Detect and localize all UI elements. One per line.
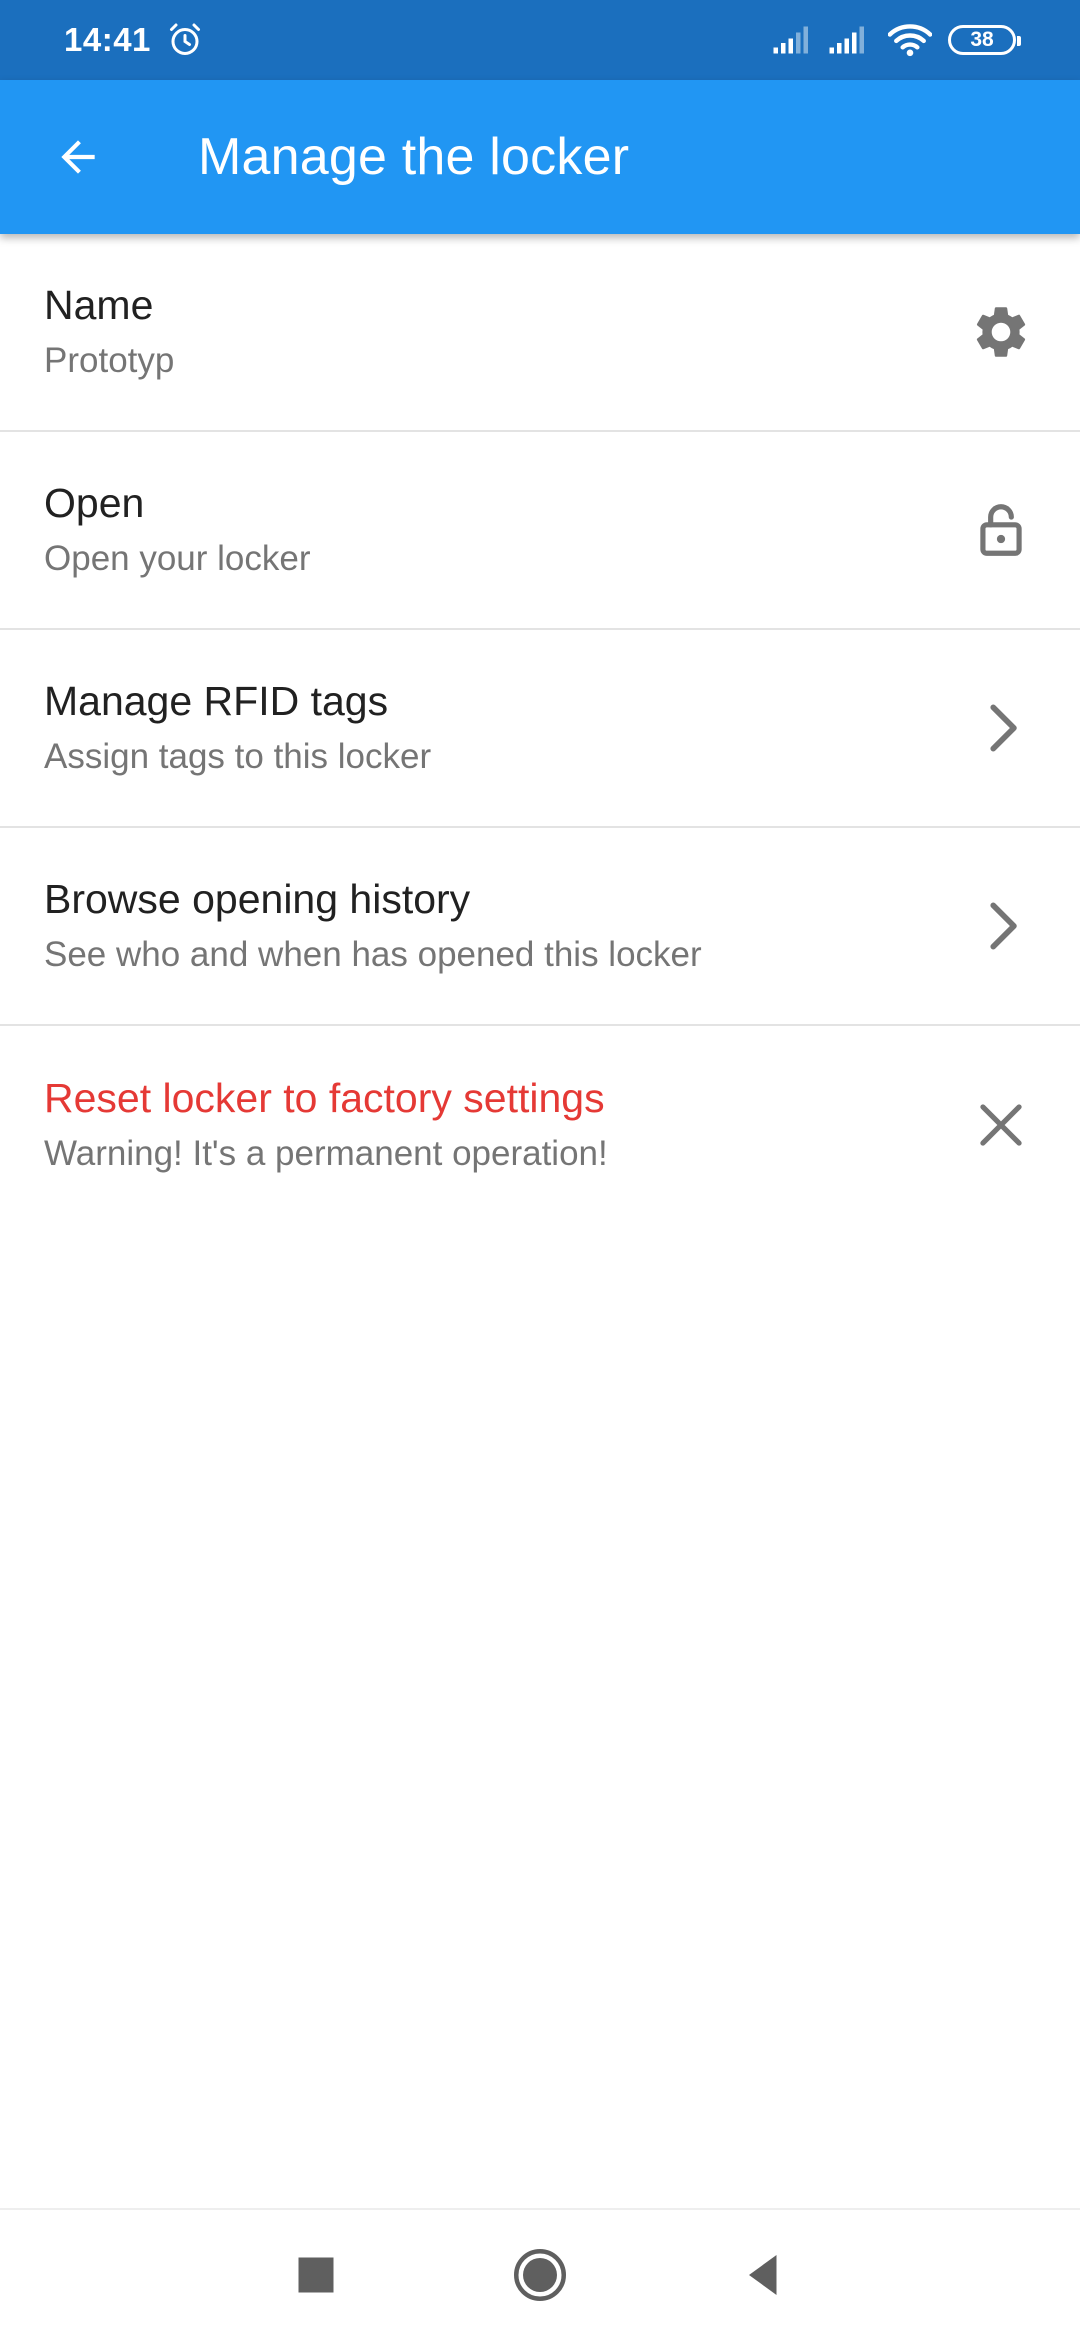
chevron-right-icon[interactable]: [966, 891, 1036, 961]
list-item-title: Name: [44, 282, 154, 328]
list-item-text: Open Open your locker: [44, 476, 311, 584]
app-bar: Manage the locker: [0, 80, 1080, 234]
recents-square-icon: [298, 2257, 334, 2293]
list-item-subtitle: Open your locker: [44, 539, 311, 578]
battery-icon: 38: [948, 25, 1021, 55]
list-item-title-danger: Reset locker to factory settings: [44, 1075, 605, 1121]
status-time: 14:41: [64, 21, 151, 58]
list-item-title: Browse opening history: [44, 876, 471, 922]
list-item-subtitle: Assign tags to this locker: [44, 737, 432, 776]
list-item-title: Open: [44, 480, 145, 526]
signal-icon: [829, 26, 864, 54]
list-item-text: Browse opening history See who and when …: [44, 872, 702, 980]
page-title: Manage the locker: [198, 128, 630, 186]
list-item-name[interactable]: Name Prototyp: [0, 234, 1080, 432]
list-item-text: Manage RFID tags Assign tags to this loc…: [44, 674, 431, 782]
list-item-subtitle: Prototyp: [44, 341, 175, 380]
list-item-text: Name Prototyp: [44, 278, 174, 386]
signal-icon: [773, 26, 808, 54]
wifi-icon: [888, 24, 932, 57]
system-nav-bar: [0, 2208, 1080, 2340]
system-back-button[interactable]: [714, 2225, 814, 2325]
back-triangle-icon: [749, 2255, 777, 2295]
alarm-icon: [169, 23, 200, 55]
list-item-opening-history[interactable]: Browse opening history See who and when …: [0, 828, 1080, 1026]
close-icon[interactable]: [966, 1090, 1036, 1160]
recents-button[interactable]: [266, 2225, 366, 2325]
gear-icon[interactable]: [966, 297, 1036, 367]
status-icons: 38: [772, 23, 1021, 57]
home-circle-icon: [514, 2249, 566, 2301]
arrow-left-icon: [61, 140, 95, 174]
list-item-subtitle: Warning! It's a permanent operation!: [44, 1134, 608, 1173]
list-item-open[interactable]: Open Open your locker: [0, 432, 1080, 630]
list-item-subtitle: See who and when has opened this locker: [44, 935, 702, 974]
screen: 14:41 38 Manage the locker Name Prototyp…: [0, 0, 1080, 2340]
list-item-factory-reset[interactable]: Reset locker to factory settings Warning…: [0, 1026, 1080, 1224]
unlock-icon[interactable]: [966, 495, 1036, 565]
back-button[interactable]: [0, 80, 156, 234]
list-item-text: Reset locker to factory settings Warning…: [44, 1071, 608, 1179]
chevron-right-icon[interactable]: [966, 693, 1036, 763]
list-item-rfid-tags[interactable]: Manage RFID tags Assign tags to this loc…: [0, 630, 1080, 828]
home-button[interactable]: [490, 2225, 590, 2325]
settings-list: Name Prototyp Open Open your locker Mana…: [0, 234, 1080, 1224]
list-item-title: Manage RFID tags: [44, 678, 389, 724]
status-bar: 14:41 38: [0, 0, 1080, 80]
battery-level: 38: [970, 28, 994, 51]
